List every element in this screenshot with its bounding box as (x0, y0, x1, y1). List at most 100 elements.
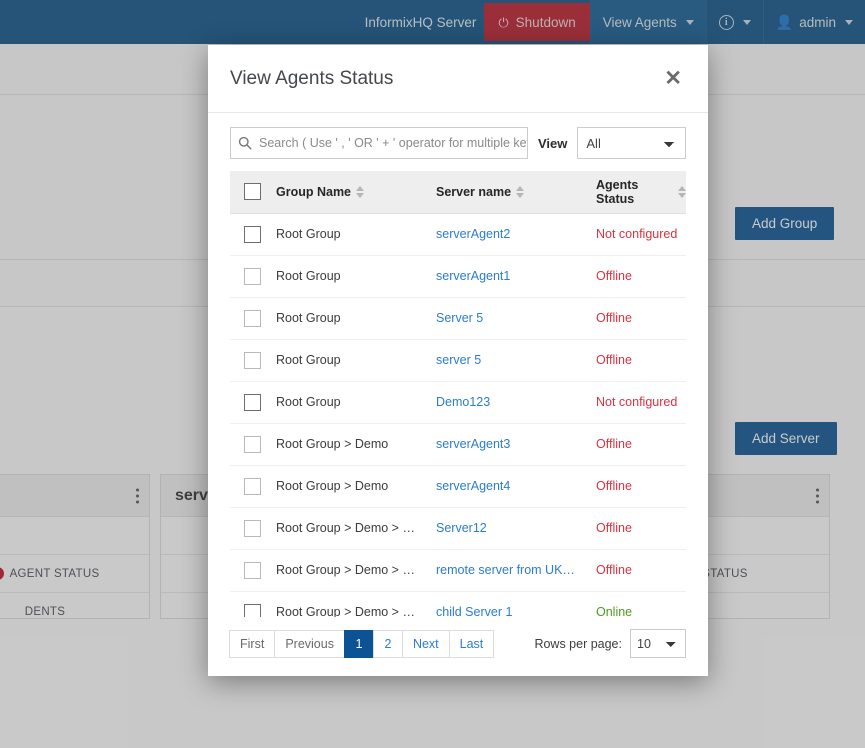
row-select-cell[interactable] (230, 423, 276, 465)
group-name-text: Root Group > Demo > … (276, 605, 436, 617)
cell-server-name[interactable]: serverAgent3 (436, 423, 596, 465)
group-name-text: Root Group (276, 311, 436, 325)
table-row[interactable]: Root Group > DemoserverAgent3Offline (230, 423, 686, 465)
status-badge: Offline (596, 479, 632, 493)
row-select-cell[interactable] (230, 549, 276, 591)
row-select-cell[interactable] (230, 381, 276, 423)
agents-table-container: Group Name Server name (208, 171, 708, 617)
row-select-cell[interactable] (230, 297, 276, 339)
table-row[interactable]: Root GroupserverAgent2Not configured (230, 213, 686, 255)
pagination-bar: First Previous 1 2 Next Last Rows per pa… (208, 617, 708, 676)
status-badge: Offline (596, 521, 632, 535)
table-row[interactable]: Root Group > Demo > …Server12Offline (230, 507, 686, 549)
column-header-agents-status-label: Agents Status (596, 178, 673, 206)
view-filter-select[interactable]: All (577, 127, 686, 159)
cell-group-name: Root Group (276, 297, 436, 339)
search-box[interactable] (230, 127, 528, 159)
pagination-last[interactable]: Last (449, 630, 495, 658)
modal-title: View Agents Status (230, 68, 393, 90)
table-row[interactable]: Root GroupserverAgent1Offline (230, 255, 686, 297)
row-checkbox[interactable] (244, 226, 261, 243)
server-name-link[interactable]: Demo123 (436, 395, 596, 409)
cell-group-name: Root Group > Demo > … (276, 591, 436, 617)
group-name-text: Root Group (276, 269, 436, 283)
server-name-link[interactable]: Server12 (436, 521, 596, 535)
cell-agents-status: Offline (596, 339, 686, 381)
cell-group-name: Root Group (276, 213, 436, 255)
rows-per-page-select[interactable]: 10 (630, 629, 686, 658)
server-name-link[interactable]: serverAgent1 (436, 269, 596, 283)
server-name-link[interactable]: server 5 (436, 353, 596, 367)
row-checkbox[interactable] (244, 436, 261, 453)
sort-icon[interactable] (678, 186, 686, 198)
row-checkbox[interactable] (244, 352, 261, 369)
status-badge: Online (596, 605, 632, 617)
pagination-page-1[interactable]: 1 (344, 630, 374, 658)
server-name-link[interactable]: remote server from UK… (436, 563, 596, 577)
server-name-link[interactable]: serverAgent2 (436, 227, 596, 241)
close-icon[interactable]: ✕ (660, 66, 686, 91)
cell-server-name[interactable]: remote server from UK… (436, 549, 596, 591)
server-name-link[interactable]: child Server 1 (436, 605, 596, 617)
server-name-link[interactable]: serverAgent3 (436, 437, 596, 451)
cell-server-name[interactable]: serverAgent4 (436, 465, 596, 507)
row-select-cell[interactable] (230, 465, 276, 507)
pagination-first[interactable]: First (229, 630, 275, 658)
cell-server-name[interactable]: serverAgent2 (436, 213, 596, 255)
cell-server-name[interactable]: child Server 1 (436, 591, 596, 617)
cell-group-name: Root Group (276, 339, 436, 381)
pagination-next[interactable]: Next (402, 630, 450, 658)
agents-table-head: Group Name Server name (230, 171, 686, 213)
table-row[interactable]: Root GroupServer 5Offline (230, 297, 686, 339)
cell-server-name[interactable]: Demo123 (436, 381, 596, 423)
group-name-text: Root Group > Demo > … (276, 521, 436, 535)
table-row[interactable]: Root GroupDemo123Not configured (230, 381, 686, 423)
select-all-header[interactable] (230, 171, 276, 213)
row-checkbox[interactable] (244, 310, 261, 327)
column-header-group-name-label: Group Name (276, 185, 351, 199)
table-row[interactable]: Root Groupserver 5Offline (230, 339, 686, 381)
sort-icon[interactable] (356, 186, 364, 198)
search-input[interactable] (259, 128, 527, 158)
pagination-previous[interactable]: Previous (274, 630, 345, 658)
cell-server-name[interactable]: Server 5 (436, 297, 596, 339)
modal-filter-bar: View All (208, 113, 708, 171)
column-header-server-name-label: Server name (436, 185, 511, 199)
row-select-cell[interactable] (230, 591, 276, 617)
cell-agents-status: Not configured (596, 213, 686, 255)
rows-per-page-label: Rows per page: (534, 637, 622, 651)
row-checkbox[interactable] (244, 520, 261, 537)
table-row[interactable]: Root Group > Demo > …child Server 1Onlin… (230, 591, 686, 617)
row-select-cell[interactable] (230, 213, 276, 255)
cell-agents-status: Offline (596, 507, 686, 549)
row-select-cell[interactable] (230, 255, 276, 297)
server-name-link[interactable]: serverAgent4 (436, 479, 596, 493)
cell-server-name[interactable]: Server12 (436, 507, 596, 549)
agents-table-body: Root GroupserverAgent2Not configuredRoot… (230, 213, 686, 617)
cell-agents-status: Offline (596, 423, 686, 465)
row-select-cell[interactable] (230, 339, 276, 381)
rows-per-page-group: Rows per page: 10 (534, 629, 686, 658)
cell-group-name: Root Group > Demo > … (276, 549, 436, 591)
status-badge: Offline (596, 269, 632, 283)
row-checkbox[interactable] (244, 478, 261, 495)
row-checkbox[interactable] (244, 604, 261, 618)
table-row[interactable]: Root Group > Demo > …remote server from … (230, 549, 686, 591)
row-checkbox[interactable] (244, 394, 261, 411)
cell-server-name[interactable]: serverAgent1 (436, 255, 596, 297)
server-name-link[interactable]: Server 5 (436, 311, 596, 325)
cell-group-name: Root Group > Demo (276, 423, 436, 465)
column-header-server-name[interactable]: Server name (436, 171, 596, 213)
column-header-group-name[interactable]: Group Name (276, 171, 436, 213)
select-all-checkbox[interactable] (244, 183, 261, 200)
status-badge: Offline (596, 311, 632, 325)
table-row[interactable]: Root Group > DemoserverAgent4Offline (230, 465, 686, 507)
row-select-cell[interactable] (230, 507, 276, 549)
sort-icon[interactable] (516, 186, 524, 198)
status-badge: Not configured (596, 227, 677, 241)
pagination-page-2[interactable]: 2 (373, 630, 403, 658)
cell-server-name[interactable]: server 5 (436, 339, 596, 381)
row-checkbox[interactable] (244, 562, 261, 579)
row-checkbox[interactable] (244, 268, 261, 285)
column-header-agents-status[interactable]: Agents Status (596, 171, 686, 213)
